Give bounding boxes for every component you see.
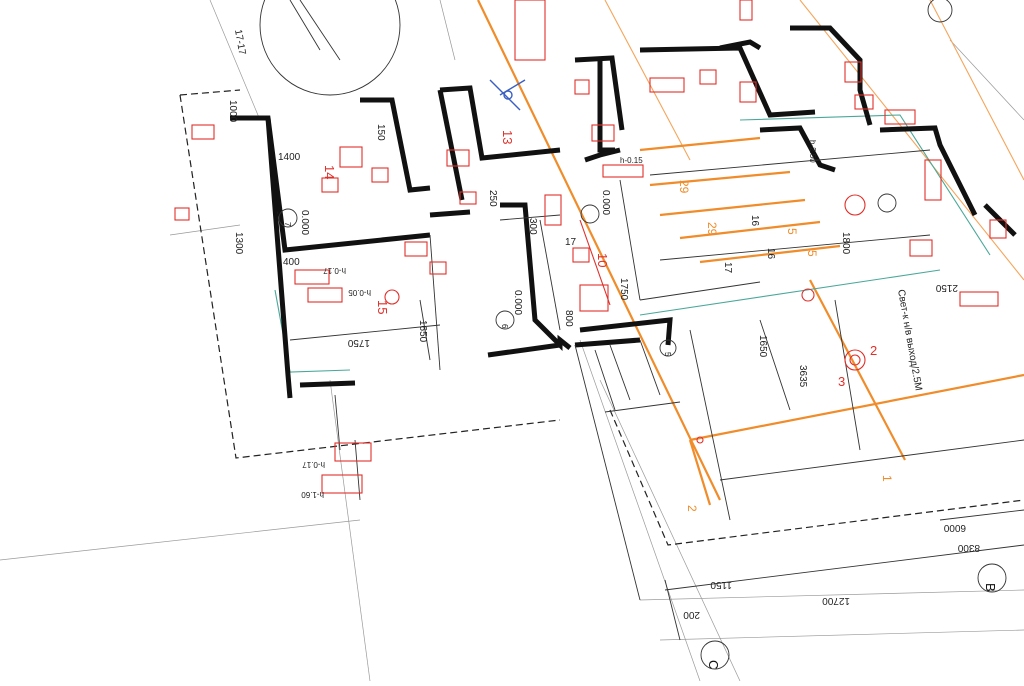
room-number-16b: 16 <box>765 248 776 260</box>
room-6-level: 0.000 <box>512 290 523 315</box>
fixture-label-3: 3 <box>838 374 845 389</box>
axis-c: C <box>706 660 721 669</box>
axis-b: B <box>983 583 998 592</box>
dim-1800: 1800 <box>840 232 851 255</box>
dim-2150: 2150 <box>935 282 958 293</box>
dim-1400: 1400 <box>278 152 301 163</box>
dim-150: 150 <box>375 124 386 141</box>
height-h017-b: h-0.17 <box>323 266 346 275</box>
dim-1300: 1300 <box>233 232 244 255</box>
height-h160: h-1.60 <box>301 490 324 499</box>
dim-3635: 3635 <box>797 365 808 388</box>
dim-250: 250 <box>487 190 498 207</box>
dim-800: 800 <box>563 310 574 327</box>
dim-29a: 29 <box>677 180 691 194</box>
dim-1750: 1750 <box>347 337 370 348</box>
dim-300: 300 <box>527 218 538 235</box>
room-7-level: 0.000 <box>299 210 310 235</box>
dim-1000: 1000 <box>227 100 238 123</box>
room-6-tag: 6 <box>500 324 509 329</box>
height-h017-a: h-0.17 <box>302 460 325 469</box>
blueprint-photo: 17-17 C B 5 7 0.000 6 0.000 0.000 14 15 … <box>0 0 1024 682</box>
room-number-15: 15 <box>375 300 390 314</box>
room-number-14: 14 <box>322 165 337 179</box>
dim-400: 400 <box>283 257 300 268</box>
room-number-17: 17 <box>565 237 577 248</box>
dim-1650b: 1650 <box>757 335 768 358</box>
dim-1150: 1150 <box>710 579 732 590</box>
dim-17: 17 <box>722 262 733 274</box>
room-7-tag: 7 <box>283 222 292 227</box>
axis-label-1: 1 <box>880 475 894 482</box>
room-5-level: 0.000 <box>600 190 611 215</box>
height-h015: h-0.15 <box>620 156 643 165</box>
axis-5: 5 <box>663 352 672 357</box>
dim-200: 200 <box>683 609 700 620</box>
height-h005: h-0.05 <box>348 288 371 297</box>
fixture-label-2: 2 <box>870 343 877 358</box>
dim-1650a: 1650 <box>417 320 428 343</box>
dim-6000: 6000 <box>943 522 966 533</box>
dim-5b: 5 <box>805 250 819 257</box>
room-number-10: 10 <box>595 253 610 267</box>
dim-12700: 12700 <box>822 595 850 606</box>
room-number-13: 13 <box>500 130 515 144</box>
height-h250: h-2.50 <box>808 140 817 163</box>
dim-8300: 8300 <box>957 542 980 553</box>
dim-1750b: 1750 <box>618 278 629 301</box>
room-number-16a: 16 <box>749 215 760 227</box>
dim-29b: 29 <box>705 222 719 236</box>
axis-label-2: 2 <box>685 505 699 512</box>
dim-5a: 5 <box>785 228 799 235</box>
floor-plan-drawing: 17-17 C B 5 7 0.000 6 0.000 0.000 14 15 … <box>0 0 1024 682</box>
